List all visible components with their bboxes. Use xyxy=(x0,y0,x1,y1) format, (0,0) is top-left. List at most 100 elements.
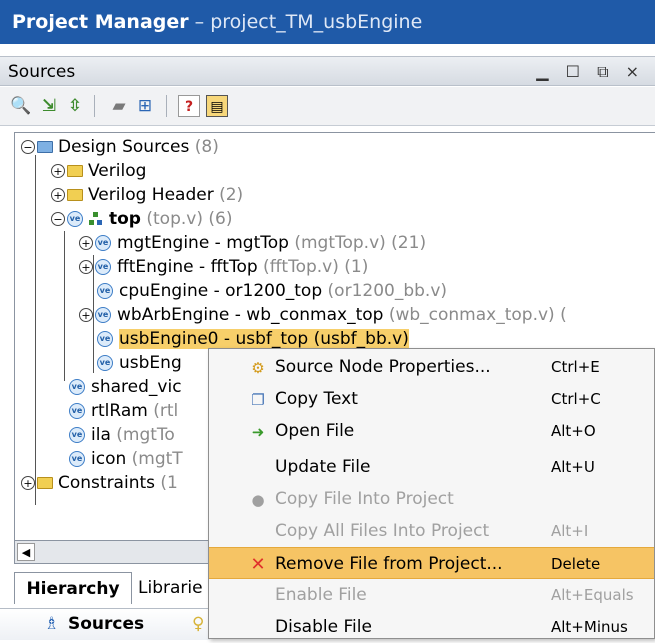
tree-item-count: (2) xyxy=(213,185,244,205)
menu-item-disable-file[interactable]: Disable File Alt+Minus xyxy=(209,611,654,643)
verilog-module-icon: ve xyxy=(69,379,85,395)
tab-hierarchy[interactable]: Hierarchy xyxy=(14,572,132,604)
window-title: Project Manager xyxy=(12,11,189,33)
expand-icon[interactable]: + xyxy=(79,260,93,274)
help-icon[interactable]: ? xyxy=(178,95,200,117)
menu-item-label: Enable File xyxy=(275,585,367,605)
tree-item-label: rtlRam xyxy=(91,401,148,421)
tree-item-detail: (top.v) (6) xyxy=(140,209,233,229)
collapse-all-icon[interactable]: ⇲ xyxy=(38,95,60,117)
menu-item-label: Remove File from Project... xyxy=(275,554,503,574)
verilog-module-icon: ve xyxy=(95,259,111,275)
tree-item-top[interactable]: − ve top (top.v) (6) xyxy=(51,207,232,231)
tree-item-detail: (wb_conmax_top.v) ( xyxy=(383,305,567,325)
tree-item-icon[interactable]: ve icon (mgtT xyxy=(69,447,183,471)
tree-item-constraints[interactable]: + Constraints (1 xyxy=(21,471,178,495)
expand-icon[interactable]: − xyxy=(51,212,65,226)
menu-item-open-file[interactable]: ➜ Open File Alt+O xyxy=(209,415,654,447)
folder-icon xyxy=(67,189,83,201)
toolbar-separator xyxy=(94,95,95,117)
bullet-icon: ● xyxy=(251,491,265,509)
menu-item-copy-all-files-into-project: Copy All Files Into Project Alt+I xyxy=(209,515,654,547)
properties-gear-icon: ⚙ xyxy=(251,359,265,377)
menu-item-shortcut: Ctrl+C xyxy=(551,390,601,408)
tree-item-usbengine1[interactable]: ve usbEng xyxy=(97,351,182,375)
tree-item-verilog-header[interactable]: + Verilog Header (2) xyxy=(51,183,243,207)
expand-all-icon[interactable]: ⇳ xyxy=(64,95,86,117)
toolbar-separator xyxy=(166,95,167,117)
window-title-bar: Project Manager – project_TM_usbEngine xyxy=(0,0,655,44)
tree-item-label: cpuEngine - or1200_top xyxy=(119,281,323,301)
tree-item-ila[interactable]: ve ila (mgtTo xyxy=(69,423,175,447)
context-menu: ⚙ Source Node Properties... Ctrl+E ❐ Cop… xyxy=(208,348,655,639)
tree-item-verilog[interactable]: + Verilog xyxy=(51,159,146,183)
next-tab-icon[interactable]: ♀ xyxy=(192,609,204,640)
tree-item-label: Verilog xyxy=(88,161,147,181)
expand-icon[interactable]: + xyxy=(51,188,65,202)
hierarchy-icon xyxy=(89,212,103,226)
expand-icon[interactable]: + xyxy=(79,236,93,250)
menu-item-label: Disable File xyxy=(275,617,372,637)
folder-icon[interactable]: ▰ xyxy=(108,95,130,117)
tree-item-cpuengine[interactable]: ve cpuEngine - or1200_top (or1200_bb.v) xyxy=(97,279,447,303)
menu-item-shortcut: Alt+U xyxy=(551,458,595,476)
menu-item-shortcut: Alt+Equals xyxy=(551,586,634,604)
tree-item-mgtengine[interactable]: + ve mgtEngine - mgtTop (mgtTop.v) (21) xyxy=(79,231,426,255)
tree-line xyxy=(64,231,65,381)
menu-item-source-node-properties[interactable]: ⚙ Source Node Properties... Ctrl+E xyxy=(209,351,654,383)
open-file-icon: ➜ xyxy=(251,423,265,441)
properties-icon[interactable]: ▤ xyxy=(206,95,228,117)
expand-icon[interactable]: + xyxy=(79,308,93,322)
menu-item-shortcut: Alt+O xyxy=(551,422,596,440)
sources-panel-header: Sources ▁ ☐ ⧉ × xyxy=(0,56,655,86)
verilog-module-icon: ve xyxy=(95,235,111,251)
tree-item-fftengine[interactable]: + ve fftEngine - fftTop (fftTop.v) (1) xyxy=(79,255,368,279)
tree-item-detail: (mgtTo xyxy=(110,425,175,445)
menu-item-label: Copy Text xyxy=(275,389,358,409)
expand-icon[interactable]: + xyxy=(51,164,65,178)
menu-item-label: Copy File Into Project xyxy=(275,489,454,509)
tree-item-detail: (mgtT xyxy=(126,449,183,469)
design-sources-folder-icon xyxy=(37,141,53,153)
remove-x-icon: ✕ xyxy=(250,554,266,575)
verilog-module-icon: ve xyxy=(69,403,85,419)
verilog-module-icon: ve xyxy=(97,355,113,371)
tree-item-wbarbengine[interactable]: + ve wbArbEngine - wb_conmax_top (wb_conma… xyxy=(79,303,567,327)
verilog-module-icon: ve xyxy=(97,283,113,299)
panel-window-controls[interactable]: ▁ ☐ ⧉ × xyxy=(536,57,645,87)
tree-item-label: shared_vic xyxy=(91,377,182,397)
search-icon[interactable]: 🔍 xyxy=(10,95,32,117)
tree-item-label: Constraints xyxy=(58,473,155,493)
tree-item-detail: (1 xyxy=(155,473,178,493)
scroll-left-icon[interactable]: ◀ xyxy=(17,543,35,561)
menu-item-label: Update File xyxy=(275,457,371,477)
expand-icon[interactable]: − xyxy=(21,140,35,154)
menu-item-copy-file-into-project: ● Copy File Into Project xyxy=(209,483,654,515)
tree-item-label: fftEngine - fftTop xyxy=(117,257,258,277)
tree-item-detail: (mgtTop.v) (21) xyxy=(288,233,427,253)
verilog-module-icon: ve xyxy=(69,451,85,467)
tree-item-label: icon xyxy=(91,449,127,469)
tree-item-rtlram[interactable]: ve rtlRam (rtl xyxy=(69,399,178,423)
menu-item-shortcut: Delete xyxy=(551,555,601,573)
menu-item-remove-file-from-project[interactable]: ✕ Remove File from Project... Delete xyxy=(209,547,654,579)
menu-item-copy-text[interactable]: ❐ Copy Text Ctrl+C xyxy=(209,383,654,415)
verilog-module-icon: ve xyxy=(95,307,111,323)
tree-item-label: usbEng xyxy=(119,353,182,373)
copy-icon: ❐ xyxy=(251,391,265,409)
add-sources-icon[interactable]: ⊞ xyxy=(134,95,156,117)
menu-item-label: Copy All Files Into Project xyxy=(275,521,490,541)
tree-item-label: top xyxy=(109,209,141,229)
tree-item-design-sources[interactable]: − Design Sources (8) xyxy=(21,135,219,159)
expand-icon[interactable]: + xyxy=(21,476,35,490)
menu-item-shortcut: Alt+I xyxy=(551,522,589,540)
tree-item-shared[interactable]: ve shared_vic xyxy=(69,375,182,399)
menu-item-shortcut: Ctrl+E xyxy=(551,358,600,376)
project-name: – project_TM_usbEngine xyxy=(188,11,423,33)
panel-title: Sources xyxy=(8,62,76,82)
menu-item-update-file[interactable]: Update File Alt+U xyxy=(209,451,654,483)
tree-item-label: mgtEngine - mgtTop xyxy=(117,233,289,253)
tree-item-label-selected: usbEngine0 - usbf_top (usbf_bb.v) xyxy=(119,329,409,349)
tree-item-detail: (fftTop.v) (1) xyxy=(257,257,369,277)
tab-sources[interactable]: Sources xyxy=(68,609,144,640)
